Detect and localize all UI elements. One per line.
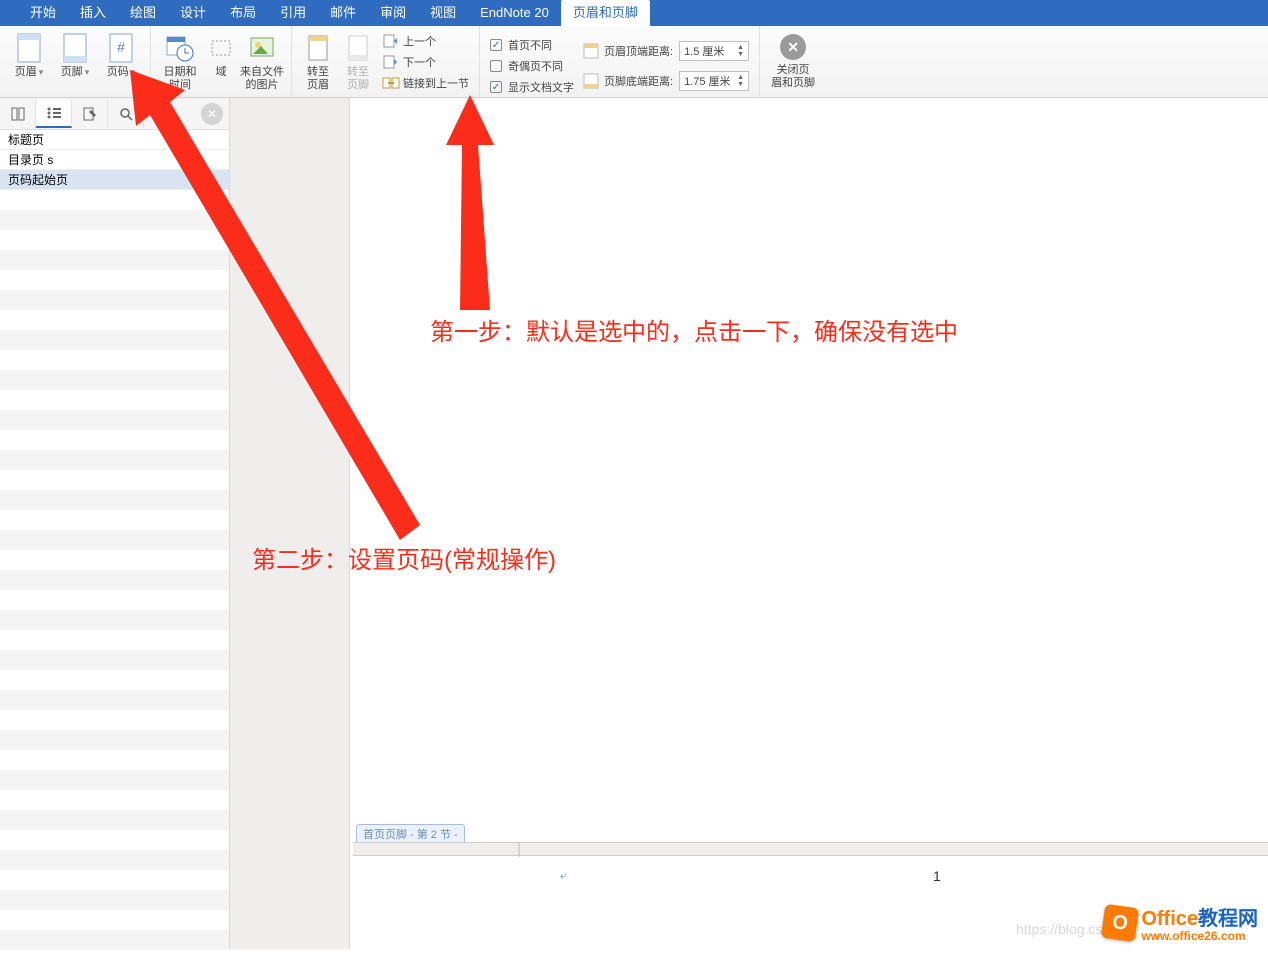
- brand-badge: O Office教程网 www.office26.com: [1103, 902, 1258, 943]
- checkbox-off-icon: [490, 60, 502, 72]
- page-break: [353, 842, 1268, 856]
- field-icon: [205, 32, 237, 64]
- footer-distance-row: 页脚底端距离: 1.75 厘米 ▲▼: [582, 70, 749, 92]
- next-button[interactable]: 下一个: [382, 53, 469, 71]
- different-first-page-checkbox[interactable]: 首页不同: [490, 36, 574, 54]
- header-distance-row: 页眉顶端距离: 1.5 厘米 ▲▼: [582, 40, 749, 62]
- different-odd-even-checkbox[interactable]: 奇偶页不同: [490, 57, 574, 75]
- header-icon: [13, 32, 45, 64]
- different-first-page-label: 首页不同: [508, 37, 552, 53]
- previous-label: 上一个: [403, 33, 436, 49]
- nav-tab-outline[interactable]: [36, 100, 72, 128]
- tab-insert[interactable]: 插入: [68, 0, 118, 26]
- checkbox-on-icon: [490, 39, 502, 51]
- next-label: 下一个: [403, 54, 436, 70]
- show-document-text-label: 显示文档文字: [508, 79, 574, 95]
- checkbox-on-icon: [490, 81, 502, 93]
- brand-logo-icon: O: [1101, 903, 1139, 941]
- edit-icon: [82, 106, 98, 122]
- annotation-arrow-2: [130, 70, 420, 540]
- tab-draw[interactable]: 绘图: [118, 0, 168, 26]
- tab-start[interactable]: 开始: [18, 0, 68, 26]
- annotation-step2: 第二步：设置页码(常规操作): [252, 540, 556, 575]
- footer-icon: [59, 32, 91, 64]
- picture-icon: [246, 32, 278, 64]
- close-header-footer-button[interactable]: ✕ 关闭页 眉和页脚: [766, 30, 820, 90]
- thumbnails-icon: [10, 106, 26, 122]
- tab-endnote[interactable]: EndNote 20: [468, 0, 561, 26]
- goto-footer-icon: [342, 32, 374, 64]
- tab-references[interactable]: 引用: [268, 0, 318, 26]
- tab-layout[interactable]: 布局: [218, 0, 268, 26]
- tab-review[interactable]: 审阅: [368, 0, 418, 26]
- outline-icon: [46, 106, 62, 120]
- cursor-mark-icon: ⤶: [560, 868, 567, 883]
- datetime-icon: [164, 32, 196, 64]
- spinner-icon[interactable]: ▲▼: [737, 74, 744, 88]
- header-distance-input[interactable]: 1.5 厘米 ▲▼: [679, 41, 749, 61]
- different-odd-even-label: 奇偶页不同: [508, 58, 563, 74]
- next-icon: [382, 54, 400, 70]
- svg-text:#: #: [117, 39, 125, 55]
- header-button[interactable]: 页眉▾: [6, 30, 52, 79]
- annotation-step1: 第一步：默认是选中的，点击一下，确保没有选中: [430, 312, 958, 347]
- header-label: 页眉: [15, 66, 37, 78]
- footer-button[interactable]: 页脚▾: [52, 30, 98, 79]
- brand-text-1a: Office: [1141, 908, 1198, 930]
- ribbon-group-headerfooter: 页眉▾ 页脚▾ # 页码▾: [0, 26, 151, 98]
- nav-tab-edit[interactable]: [72, 100, 108, 128]
- show-document-text-checkbox[interactable]: 显示文档文字: [490, 78, 574, 96]
- close-header-footer-label: 关闭页 眉和页脚: [771, 64, 815, 90]
- page-number-display: 1: [933, 868, 941, 884]
- header-distance-icon: [582, 43, 600, 59]
- annotation-arrow-1: [430, 95, 510, 310]
- tab-header-footer[interactable]: 页眉和页脚: [561, 0, 650, 26]
- previous-button[interactable]: 上一个: [382, 32, 469, 50]
- footer-distance-value: 1.75 厘米: [684, 73, 730, 89]
- previous-icon: [382, 33, 400, 49]
- footer-label: 页脚: [61, 66, 83, 78]
- page-number-label: 页码: [107, 66, 129, 78]
- header-distance-label: 页眉顶端距离:: [604, 43, 673, 59]
- brand-text-2: www.office26.com: [1141, 929, 1258, 943]
- page-number-icon: #: [105, 32, 137, 64]
- tab-view[interactable]: 视图: [418, 0, 468, 26]
- spinner-icon[interactable]: ▲▼: [737, 44, 744, 58]
- tab-design[interactable]: 设计: [168, 0, 218, 26]
- footer-distance-icon: [582, 73, 600, 89]
- footer-distance-label: 页脚底端距离:: [604, 73, 673, 89]
- brand-text-1b: 教程网: [1198, 908, 1258, 930]
- tab-mailings[interactable]: 邮件: [318, 0, 368, 26]
- menu-bar: 开始 插入 绘图 设计 布局 引用 邮件 审阅 视图 EndNote 20 页眉…: [0, 0, 1268, 26]
- footer-section-tag: 首页页脚 - 第 2 节 -: [356, 824, 465, 844]
- ribbon-group-options: 首页不同 奇偶页不同 显示文档文字 页眉顶端距离: 1.5 厘米 ▲▼: [480, 26, 760, 98]
- nav-tab-thumbnails[interactable]: [0, 100, 36, 128]
- header-distance-value: 1.5 厘米: [684, 43, 724, 59]
- footer-distance-input[interactable]: 1.75 厘米 ▲▼: [679, 71, 749, 91]
- goto-header-icon: [302, 32, 334, 64]
- close-icon: ✕: [780, 34, 806, 60]
